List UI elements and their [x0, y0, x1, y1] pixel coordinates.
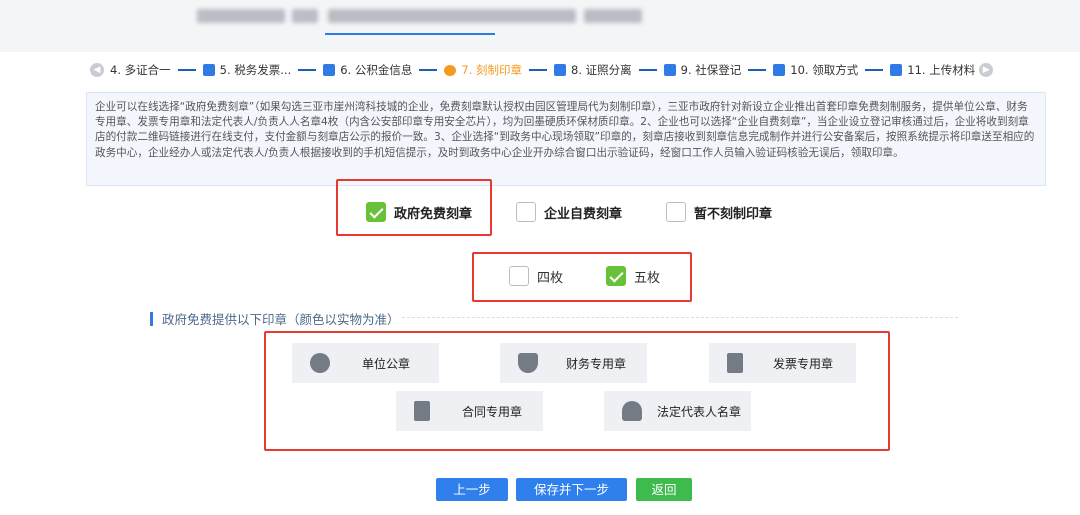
option-label: 暂不刻制印章 [694, 206, 773, 222]
step-separator [419, 69, 438, 71]
step-next-arrow-icon[interactable]: ▶ [979, 63, 994, 77]
blurred-header-text [197, 9, 285, 23]
step-10[interactable]: 10. 领取方式 [773, 62, 858, 78]
step-label: 9. 社保登记 [680, 63, 742, 77]
step-navigation: ◀ 4. 多证合一 5. 税务发票... 6. 公积金信息 7. 刻制印章 8.… [90, 58, 1048, 82]
section-divider [402, 317, 958, 318]
section-title: 政府免费提供以下印章（颜色以实物为准） [150, 309, 400, 328]
step-7[interactable]: 7. 刻制印章 [444, 62, 522, 78]
option-government-free[interactable]: 政府免费刻章 [366, 202, 472, 222]
step-separator [638, 69, 657, 71]
upload-icon [890, 64, 903, 76]
step-11[interactable]: 11. 上传材料 [890, 62, 975, 78]
step-5[interactable]: 5. 税务发票... [202, 62, 292, 78]
step-6[interactable]: 6. 公积金信息 [323, 62, 412, 78]
blurred-header-text [584, 9, 642, 23]
star-seal-icon [310, 353, 330, 373]
checkbox-icon[interactable] [666, 202, 686, 222]
seal-label: 发票专用章 [773, 356, 834, 371]
step-separator [529, 69, 548, 71]
seal-label: 法定代表人名章 [657, 404, 742, 419]
step-label: 7. 刻制印章 [461, 63, 523, 77]
top-header [0, 0, 1080, 52]
seal-item-contract: 合同专用章 [396, 391, 543, 431]
option-label: 四枚 [537, 270, 564, 286]
contract-doc-icon [414, 401, 430, 421]
seal-notice: 企业可以在线选择“政府免费刻章”（如果勾选三亚市崖州湾科技城的企业，免费刻章默认… [86, 92, 1046, 186]
license-icon [554, 64, 567, 76]
step-label: 5. 税务发票... [219, 63, 292, 77]
step-4[interactable]: 4. 多证合一 [110, 62, 171, 78]
id-card-icon [663, 64, 676, 76]
seal-item-legal-rep: 法定代表人名章 [604, 391, 751, 431]
step-label: 11. 上传材料 [907, 63, 976, 77]
step-label: 8. 证照分离 [571, 63, 632, 77]
document-icon [773, 64, 786, 76]
checkbox-icon[interactable] [516, 202, 536, 222]
step-separator [748, 69, 767, 71]
option-label: 五枚 [634, 270, 661, 286]
finance-shield-icon [518, 353, 538, 373]
step-prev-arrow-icon[interactable]: ◀ [90, 63, 104, 77]
header-active-underline [325, 33, 495, 35]
invoice-icon [202, 64, 215, 76]
option-four[interactable]: 四枚 [509, 266, 563, 286]
step-label: 10. 领取方式 [790, 63, 859, 77]
step-separator [177, 69, 196, 71]
person-icon [444, 64, 457, 76]
seal-item-invoice: 发票专用章 [709, 343, 856, 383]
blurred-header-text [292, 9, 318, 23]
blurred-header-text [328, 9, 576, 23]
legal-rep-icon [622, 401, 642, 421]
option-self-paid[interactable]: 企业自费刻章 [516, 202, 622, 222]
seal-item-official: 单位公章 [292, 343, 439, 383]
save-next-button[interactable]: 保存并下一步 [516, 478, 627, 501]
seal-label: 单位公章 [362, 356, 411, 371]
step-8[interactable]: 8. 证照分离 [554, 62, 632, 78]
invoice-doc-icon [727, 353, 743, 373]
checkbox-checked-icon[interactable] [606, 266, 626, 286]
step-separator [298, 69, 317, 71]
checkbox-checked-icon[interactable] [366, 202, 386, 222]
section-bar [150, 311, 153, 326]
card-icon [323, 64, 336, 76]
prev-step-button[interactable]: 上一步 [436, 478, 508, 501]
option-no-seal[interactable]: 暂不刻制印章 [666, 202, 772, 222]
seal-label: 财务专用章 [566, 356, 627, 371]
option-label: 企业自费刻章 [544, 206, 623, 222]
step-9[interactable]: 9. 社保登记 [663, 62, 742, 78]
section-title-text: 政府免费提供以下印章（颜色以实物为准） [162, 312, 400, 327]
checkbox-icon[interactable] [509, 266, 529, 286]
step-label: 6. 公积金信息 [340, 63, 413, 77]
seal-item-finance: 财务专用章 [500, 343, 647, 383]
option-five[interactable]: 五枚 [606, 266, 660, 286]
seal-label: 合同专用章 [462, 404, 523, 419]
step-separator [865, 69, 884, 71]
back-button[interactable]: 返回 [636, 478, 692, 501]
step-label: 4. 多证合一 [110, 63, 171, 77]
option-label: 政府免费刻章 [394, 206, 473, 222]
